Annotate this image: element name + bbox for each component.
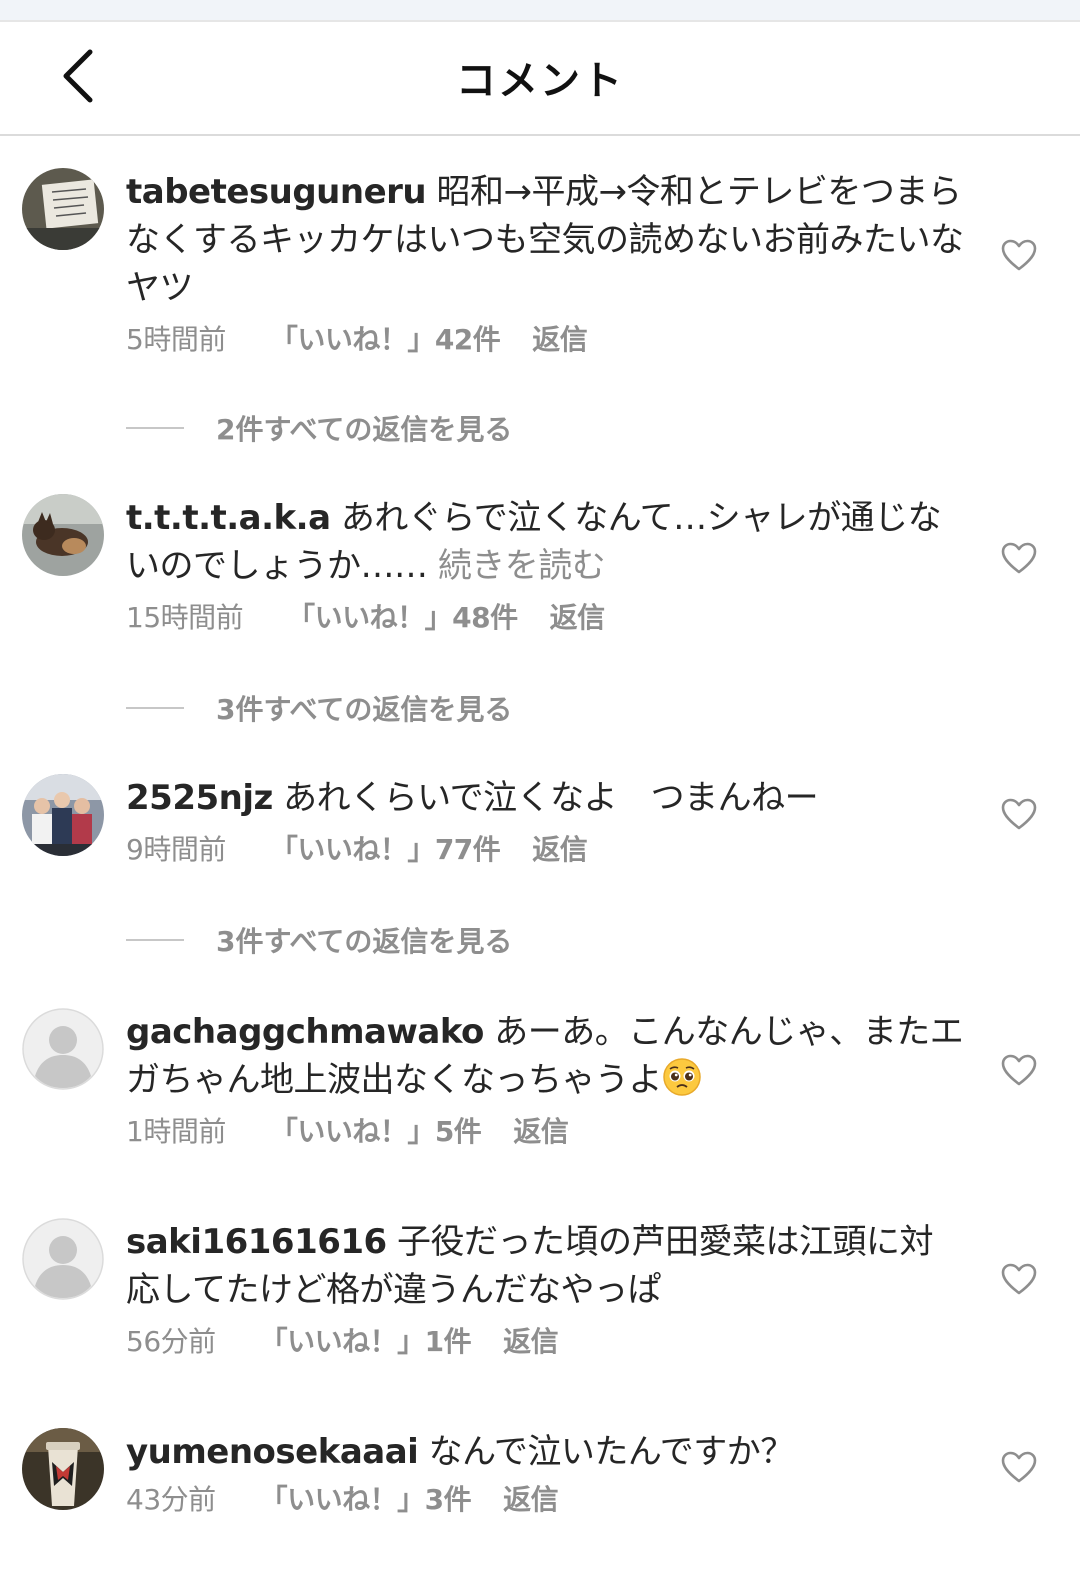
avatar[interactable] bbox=[22, 1008, 104, 1090]
comment-time: 1時間前 bbox=[126, 1115, 226, 1148]
reply-button[interactable]: 返信 bbox=[550, 598, 606, 638]
comment-username[interactable]: gachaggchmawako bbox=[126, 1012, 484, 1052]
comment-likes[interactable]: 「いいね！」1件 bbox=[260, 1322, 472, 1362]
comment-likes[interactable]: 「いいね！」48件 bbox=[287, 598, 518, 638]
page-title: コメント bbox=[456, 58, 624, 104]
comment-likes[interactable]: 「いいね！」3件 bbox=[260, 1480, 472, 1520]
divider bbox=[126, 427, 184, 429]
heart-icon[interactable] bbox=[1000, 1450, 1038, 1484]
avatar[interactable] bbox=[22, 168, 104, 250]
avatar[interactable] bbox=[22, 1218, 104, 1300]
view-replies-button[interactable]: 3件すべての返信を見る bbox=[126, 920, 512, 960]
comment-time: 5時間前 bbox=[126, 323, 226, 356]
read-more-link[interactable]: 続きを読む bbox=[438, 546, 606, 586]
comment-time: 43分前 bbox=[126, 1483, 216, 1516]
avatar[interactable] bbox=[22, 1428, 104, 1510]
view-replies-label: 3件すべての返信を見る bbox=[216, 693, 513, 726]
pleading-face-icon bbox=[663, 1058, 701, 1096]
comment-text: なんで泣いたんですか？ bbox=[428, 1432, 795, 1472]
heart-icon[interactable] bbox=[1000, 238, 1038, 272]
status-strip bbox=[0, 0, 1080, 22]
heart-icon[interactable] bbox=[1000, 1262, 1038, 1296]
reply-button[interactable]: 返信 bbox=[513, 1112, 569, 1152]
avatar[interactable] bbox=[22, 774, 104, 856]
view-replies-label: 3件すべての返信を見る bbox=[216, 925, 513, 958]
default-avatar-icon bbox=[22, 1218, 104, 1300]
heart-icon[interactable] bbox=[1000, 797, 1038, 831]
comment-text: あれくらいで泣くなよ つまんねー bbox=[283, 778, 819, 818]
avatar[interactable] bbox=[22, 494, 104, 576]
heart-icon[interactable] bbox=[1000, 1053, 1038, 1087]
comment-username[interactable]: tabetesuguneru bbox=[126, 172, 427, 212]
comment-username[interactable]: saki16161616 bbox=[126, 1222, 387, 1262]
header-bar: コメント bbox=[0, 22, 1080, 136]
comment-username[interactable]: t.t.t.t.a.k.a bbox=[126, 498, 331, 538]
comment-likes[interactable]: 「いいね！」77件 bbox=[270, 830, 501, 870]
comment-time: 56分前 bbox=[126, 1325, 216, 1358]
divider bbox=[126, 707, 184, 709]
comment-likes[interactable]: 「いいね！」5件 bbox=[270, 1112, 482, 1152]
reply-button[interactable]: 返信 bbox=[532, 320, 588, 360]
comment-time: 15時間前 bbox=[126, 601, 244, 634]
default-avatar-icon bbox=[22, 1008, 104, 1090]
divider bbox=[126, 939, 184, 941]
comment-likes[interactable]: 「いいね！」42件 bbox=[270, 320, 501, 360]
comment-username[interactable]: yumenosekaaai bbox=[126, 1432, 419, 1472]
reply-button[interactable]: 返信 bbox=[532, 830, 588, 870]
comment-username[interactable]: 2525njz bbox=[126, 778, 273, 818]
view-replies-button[interactable]: 2件すべての返信を見る bbox=[126, 408, 512, 448]
view-replies-button[interactable]: 3件すべての返信を見る bbox=[126, 688, 512, 728]
view-replies-label: 2件すべての返信を見る bbox=[216, 413, 513, 446]
reply-button[interactable]: 返信 bbox=[503, 1480, 559, 1520]
comment-time: 9時間前 bbox=[126, 833, 226, 866]
heart-icon[interactable] bbox=[1000, 541, 1038, 575]
reply-button[interactable]: 返信 bbox=[503, 1322, 559, 1362]
